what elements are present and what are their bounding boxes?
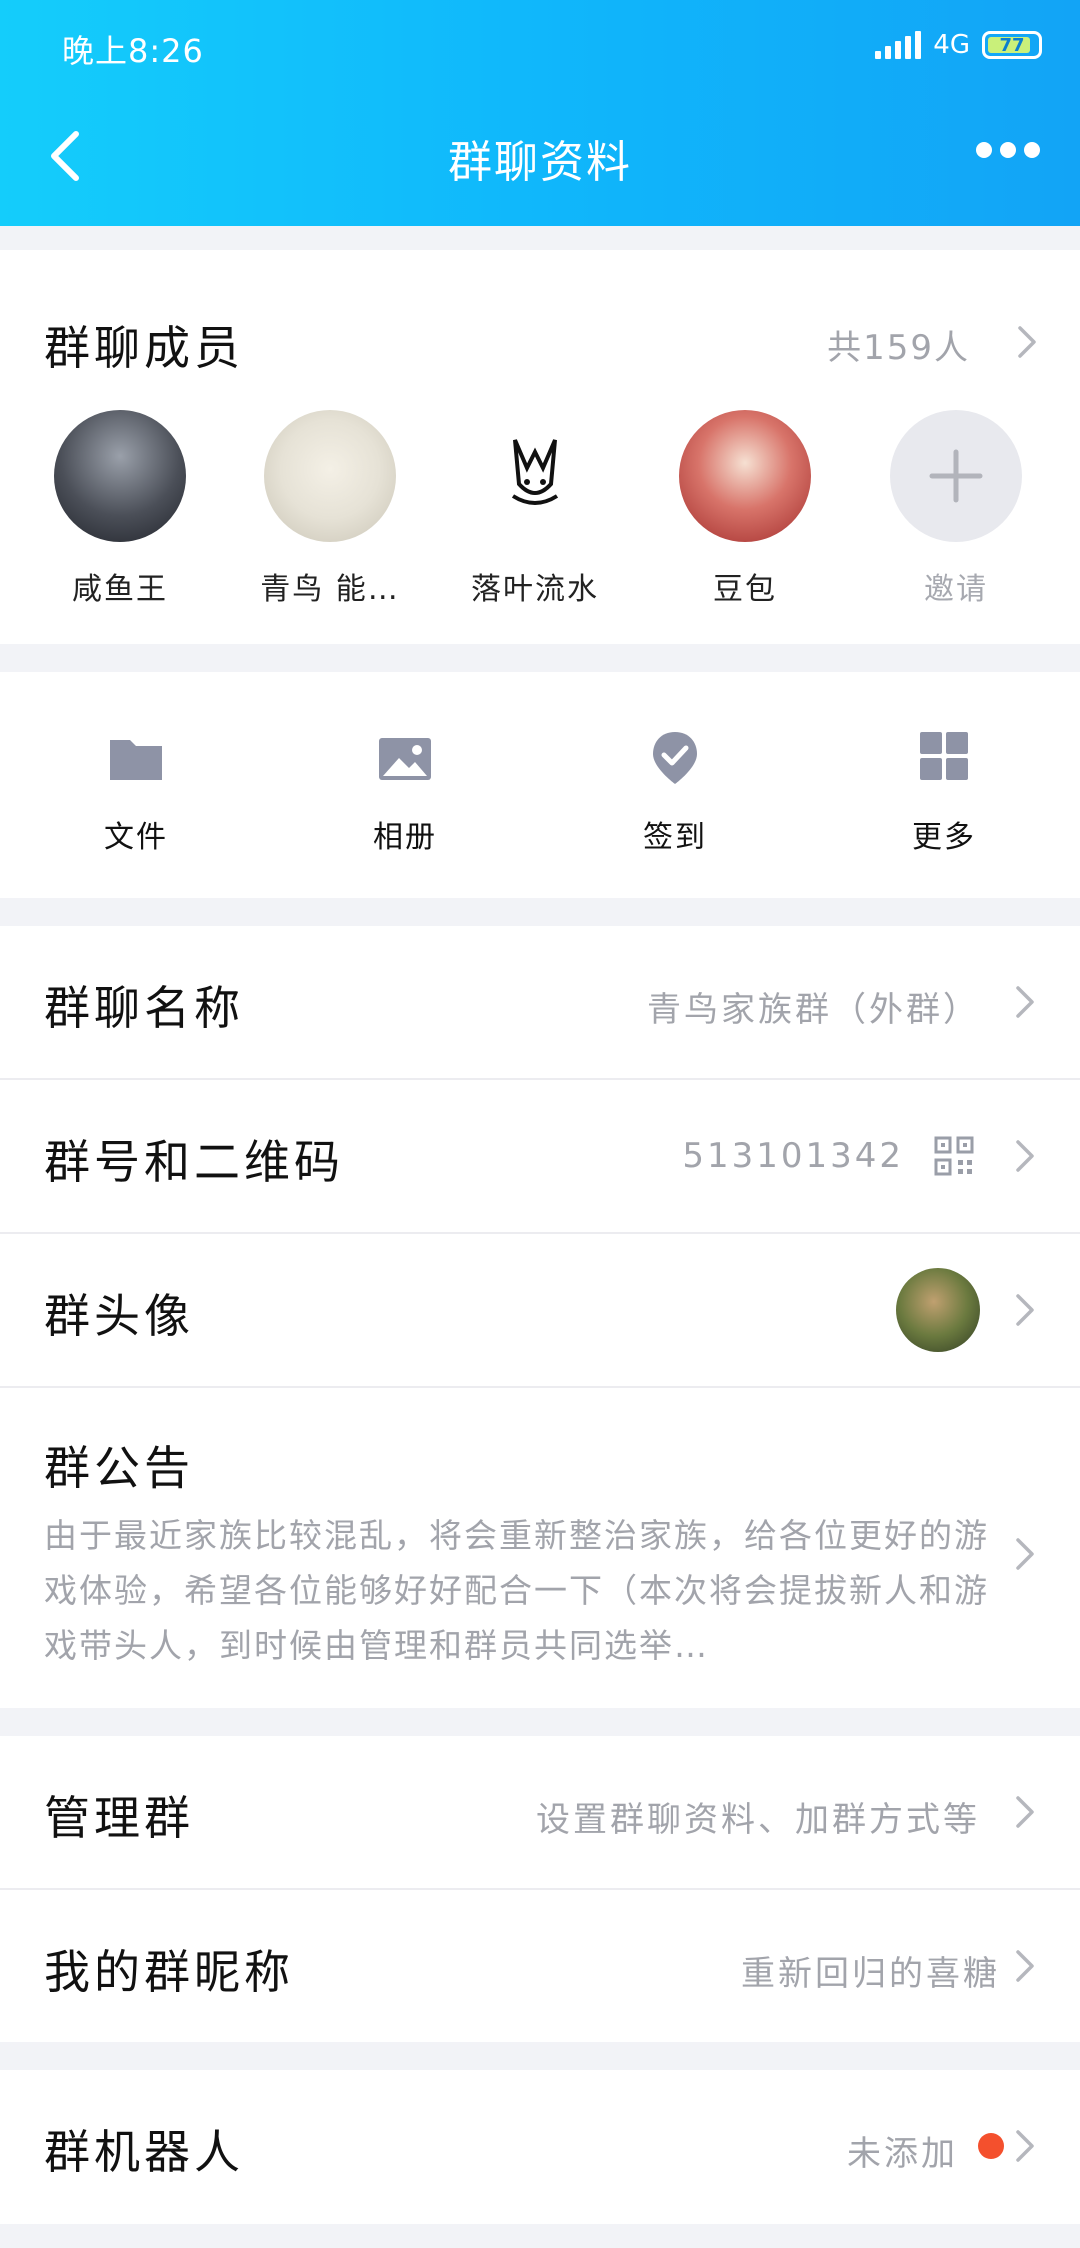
avatar [54, 410, 186, 542]
quick-actions: 文件 相册 签到 更多 [0, 672, 1080, 898]
network-type: 4G [933, 30, 970, 60]
more-button[interactable]: 更多 [844, 730, 1044, 856]
group-name-label: 群聊名称 [44, 981, 244, 1035]
chevron-right-icon [1016, 1294, 1034, 1326]
grid-icon [920, 732, 968, 780]
avatar [469, 410, 601, 542]
member-name: 青鸟 能… [260, 572, 400, 607]
group-robot-value: 未添加 [847, 2134, 958, 2174]
member-item[interactable]: 落叶流水 [435, 410, 635, 608]
folder-icon [110, 740, 162, 780]
group-avatar-image [896, 1268, 980, 1352]
my-nickname-row[interactable]: 我的群昵称 重新回归的喜糖 [0, 1890, 1080, 2042]
member-item[interactable]: 咸鱼王 [20, 410, 220, 608]
files-button[interactable]: 文件 [36, 730, 236, 856]
management-section: 管理群 设置群聊资料、加群方式等 我的群昵称 重新回归的喜糖 [0, 1736, 1080, 2042]
group-number-value: 513101342 [682, 1136, 904, 1176]
group-name-row[interactable]: 群聊名称 青鸟家族群（外群） [0, 926, 1080, 1078]
checkin-button[interactable]: 签到 [575, 730, 775, 856]
chevron-right-icon [1016, 1796, 1034, 1828]
checkin-icon [653, 732, 697, 784]
avatar [679, 410, 811, 542]
member-name: 落叶流水 [471, 572, 599, 607]
chevron-right-icon [1016, 1140, 1034, 1172]
chevron-right-icon[interactable] [1016, 324, 1038, 360]
new-badge-dot [978, 2133, 1004, 2159]
group-notice-row[interactable]: 群公告 由于最近家族比较混乱，将会重新整治家族，给各位更好的游戏体验，希望各位能… [0, 1388, 1080, 1708]
action-label: 更多 [912, 820, 976, 855]
my-nickname-label: 我的群昵称 [44, 1945, 294, 1999]
status-indicators: 4G 77 [875, 30, 1042, 60]
signal-icon [875, 31, 922, 59]
manage-group-value: 设置群聊资料、加群方式等 [536, 1800, 980, 1840]
chevron-right-icon [1016, 986, 1034, 1018]
members-count[interactable]: 共159人 [827, 320, 970, 369]
group-name-value: 青鸟家族群（外群） [647, 990, 980, 1030]
group-robot-row[interactable]: 群机器人 未添加 [0, 2070, 1080, 2222]
members-title: 群聊成员 [44, 321, 244, 375]
group-number-label: 群号和二维码 [44, 1135, 344, 1189]
status-time: 晚上8:26 [62, 32, 204, 70]
group-robot-label: 群机器人 [44, 2125, 244, 2179]
battery-level: 77 [999, 34, 1025, 56]
chevron-right-icon [1016, 1950, 1034, 1982]
group-info-section: 群聊名称 青鸟家族群（外群） 群号和二维码 513101342 群头像 群公告 … [0, 926, 1080, 1708]
chevron-right-icon [1016, 1538, 1034, 1570]
album-button[interactable]: 相册 [305, 730, 505, 856]
avatar [264, 410, 396, 542]
more-options-icon[interactable] [976, 142, 1040, 158]
header-bar: 晚上8:26 4G 77 群聊资料 [0, 0, 1080, 226]
add-icon [890, 410, 1022, 542]
battery-icon: 77 [982, 31, 1042, 59]
action-label: 相册 [373, 820, 437, 855]
image-icon [379, 738, 431, 780]
invite-label: 邀请 [924, 572, 988, 607]
group-notice-label: 群公告 [44, 1441, 194, 1495]
chevron-right-icon [1016, 2130, 1034, 2162]
group-avatar-label: 群头像 [44, 1289, 194, 1343]
member-name: 豆包 [713, 572, 777, 607]
member-item[interactable]: 青鸟 能… [230, 410, 430, 608]
members-list: 咸鱼王 青鸟 能… 落叶流水 豆包 邀请 [0, 410, 1080, 610]
group-avatar-row[interactable]: 群头像 [0, 1234, 1080, 1386]
manage-group-row[interactable]: 管理群 设置群聊资料、加群方式等 [0, 1736, 1080, 1888]
qr-code-icon [934, 1136, 974, 1176]
status-bar: 晚上8:26 4G 77 [0, 0, 1080, 96]
action-label: 文件 [104, 820, 168, 855]
action-label: 签到 [643, 820, 707, 855]
member-item[interactable]: 豆包 [645, 410, 845, 608]
members-section: 群聊成员 共159人 咸鱼王 青鸟 能… 落叶流水 豆包 邀请 [0, 250, 1080, 644]
my-nickname-value: 重新回归的喜糖 [741, 1954, 1000, 1994]
invite-button[interactable]: 邀请 [856, 410, 1056, 608]
group-number-row[interactable]: 群号和二维码 513101342 [0, 1080, 1080, 1232]
member-name: 咸鱼王 [72, 572, 168, 607]
group-notice-text: 由于最近家族比较混乱，将会重新整治家族，给各位更好的游戏体验，希望各位能够好好配… [44, 1516, 989, 1665]
page-title: 群聊资料 [448, 137, 632, 188]
manage-group-label: 管理群 [44, 1791, 194, 1845]
robot-section: 群机器人 未添加 [0, 2070, 1080, 2224]
